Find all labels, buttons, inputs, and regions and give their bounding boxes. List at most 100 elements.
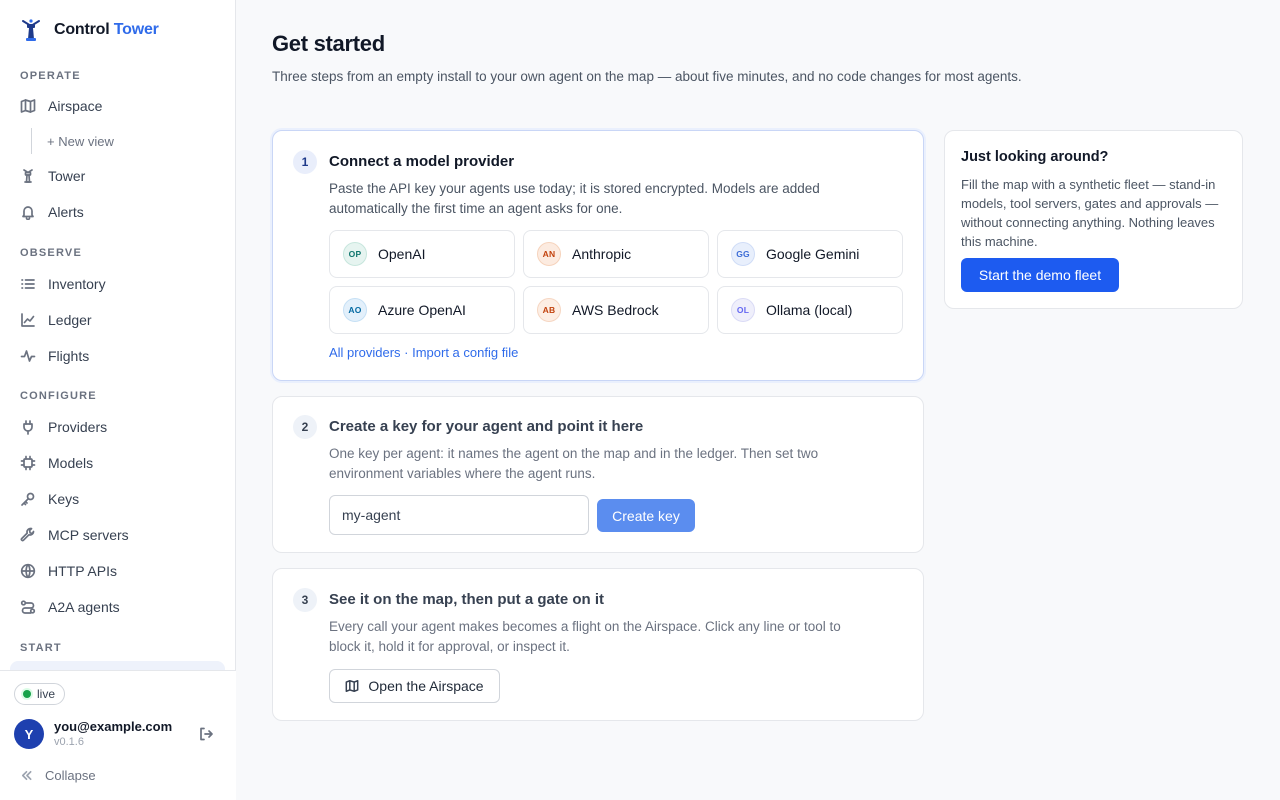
sidebar-item-label: Inventory <box>48 276 106 292</box>
step-title: See it on the map, then put a gate on it <box>329 591 605 608</box>
collapse-label: Collapse <box>45 768 96 783</box>
sidebar-item-flights[interactable]: Flights <box>10 341 225 371</box>
provider-badge: OL <box>731 298 755 322</box>
sidebar-item-providers[interactable]: Providers <box>10 412 225 442</box>
demo-card-title: Just looking around? <box>961 149 1109 165</box>
sidebar-item-label: Flights <box>48 348 90 364</box>
brand-name: Control Tower <box>54 21 159 39</box>
wrench-icon <box>20 527 35 542</box>
sidebar-item-label: Alerts <box>48 204 84 220</box>
all-providers-link[interactable]: All providers <box>329 345 401 360</box>
provider-badge: AN <box>537 242 561 266</box>
sidebar-item-mcp-servers[interactable]: MCP servers <box>10 520 225 550</box>
plug-icon <box>23 420 33 435</box>
step-number: 3 <box>293 588 317 612</box>
provider-option-openai[interactable]: OP OpenAI <box>329 230 515 278</box>
agent-name-input[interactable] <box>329 495 589 535</box>
provider-option-aws-bedrock[interactable]: AB AWS Bedrock <box>523 286 709 334</box>
logout-button[interactable] <box>198 726 214 742</box>
section-operate: Operate <box>20 70 81 82</box>
step-number: 1 <box>293 150 317 174</box>
sidebar-item-label: Models <box>48 455 94 471</box>
line-chart-icon <box>21 313 35 327</box>
sidebar-item-label: A2A agents <box>48 599 120 615</box>
sidebar-item-airspace[interactable]: Airspace <box>10 91 225 121</box>
create-key-button[interactable]: Create key <box>597 499 695 532</box>
provider-name: OpenAI <box>378 246 426 262</box>
provider-badge: GG <box>731 242 755 266</box>
sidebar-item-label: Providers <box>48 419 108 435</box>
demo-card-description: Fill the map with a synthetic fleet — st… <box>961 177 1219 249</box>
chip-icon <box>20 455 36 471</box>
map-icon <box>345 680 359 692</box>
provider-name: Azure OpenAI <box>378 302 466 318</box>
step-card-open-map: 3 See it on the map, then put a gate on … <box>272 568 924 721</box>
provider-name: Ollama (local) <box>766 302 853 318</box>
tower-icon <box>23 169 33 183</box>
brand-name-accent: Tower <box>113 21 159 38</box>
provider-name: Anthropic <box>572 246 632 262</box>
sidebar-item-keys[interactable]: Keys <box>10 484 225 514</box>
app-version: v0.1.6 <box>54 736 84 748</box>
section-configure: Configure <box>20 390 97 402</box>
sidebar-item-inventory[interactable]: Inventory <box>10 269 225 299</box>
link-separator: · <box>400 345 413 360</box>
start-demo-fleet-button[interactable]: Start the demo fleet <box>961 258 1119 292</box>
import-config-link[interactable]: Import a config file <box>412 345 518 360</box>
brand-name-main: Control <box>54 21 110 38</box>
sidebar-item-label: Tower <box>48 168 86 184</box>
route-icon <box>20 600 36 614</box>
chevrons-left-icon <box>21 770 32 781</box>
sidebar-item-label: Keys <box>48 491 80 507</box>
sidebar-item-models[interactable]: Models <box>10 448 225 478</box>
user-email: you@example.com <box>54 719 173 734</box>
provider-name: AWS Bedrock <box>572 302 659 318</box>
provider-badge: OP <box>343 242 367 266</box>
step-description: Every call your agent makes becomes a fl… <box>329 619 841 654</box>
provider-option-anthropic[interactable]: AN Anthropic <box>523 230 709 278</box>
sidebar-item-label: Airspace <box>48 98 103 114</box>
open-airspace-label: Open the Airspace <box>368 678 484 694</box>
provider-option-google-gemini[interactable]: GG Google Gemini <box>717 230 903 278</box>
tower-logo-icon <box>22 19 40 41</box>
step-card-create-key: 2 Create a key for your agent and point … <box>272 396 924 553</box>
logout-icon <box>200 727 213 741</box>
open-airspace-button[interactable]: Open the Airspace <box>329 669 500 703</box>
sidebar-item-tower[interactable]: Tower <box>10 161 225 191</box>
sidebar-item-label: HTTP APIs <box>48 563 117 579</box>
provider-option-ollama[interactable]: OL Ollama (local) <box>717 286 903 334</box>
provider-name: Google Gemini <box>766 246 860 262</box>
provider-links: All providers · Import a config file <box>329 345 518 360</box>
sidebar-item-ledger[interactable]: Ledger <box>10 305 225 335</box>
status-dot <box>23 690 31 698</box>
sidebar-item-label: MCP servers <box>48 527 129 543</box>
sidebar: Control Tower Operate Airspace + New vie… <box>0 0 236 800</box>
list-icon <box>21 279 35 289</box>
sidebar-item-a2a-agents[interactable]: A2A agents <box>10 592 225 622</box>
step-description: Paste the API key your agents use today;… <box>329 181 820 216</box>
step-title: Create a key for your agent and point it… <box>329 418 644 435</box>
step-title: Connect a model provider <box>329 153 515 170</box>
sidebar-item-new-view[interactable]: + New view <box>31 128 114 154</box>
sidebar-item-get-started[interactable] <box>10 661 225 670</box>
step-card-connect-provider: 1 Connect a model provider Paste the API… <box>272 130 924 381</box>
globe-icon <box>20 563 36 579</box>
provider-badge: AO <box>343 298 367 322</box>
pulse-icon <box>20 350 36 362</box>
step-number: 2 <box>293 415 317 439</box>
demo-fleet-card: Just looking around? Fill the map with a… <box>944 130 1243 309</box>
sidebar-item-http-apis[interactable]: HTTP APIs <box>10 556 225 586</box>
sidebar-item-alerts[interactable]: Alerts <box>10 197 225 227</box>
bell-icon <box>22 206 34 220</box>
sidebar-footer: live Y you@example.com v0.1.6 Collapse <box>0 670 236 800</box>
brand[interactable]: Control Tower <box>20 18 159 42</box>
sidebar-item-label: Ledger <box>48 312 92 328</box>
key-icon <box>21 492 35 506</box>
status-label: live <box>37 687 56 701</box>
provider-badge: AB <box>537 298 561 322</box>
collapse-button[interactable]: Collapse <box>20 768 96 783</box>
page-title: Get started <box>272 31 385 56</box>
provider-option-azure-openai[interactable]: AO Azure OpenAI <box>329 286 515 334</box>
section-observe: Observe <box>20 247 82 259</box>
avatar[interactable]: Y <box>14 719 44 749</box>
